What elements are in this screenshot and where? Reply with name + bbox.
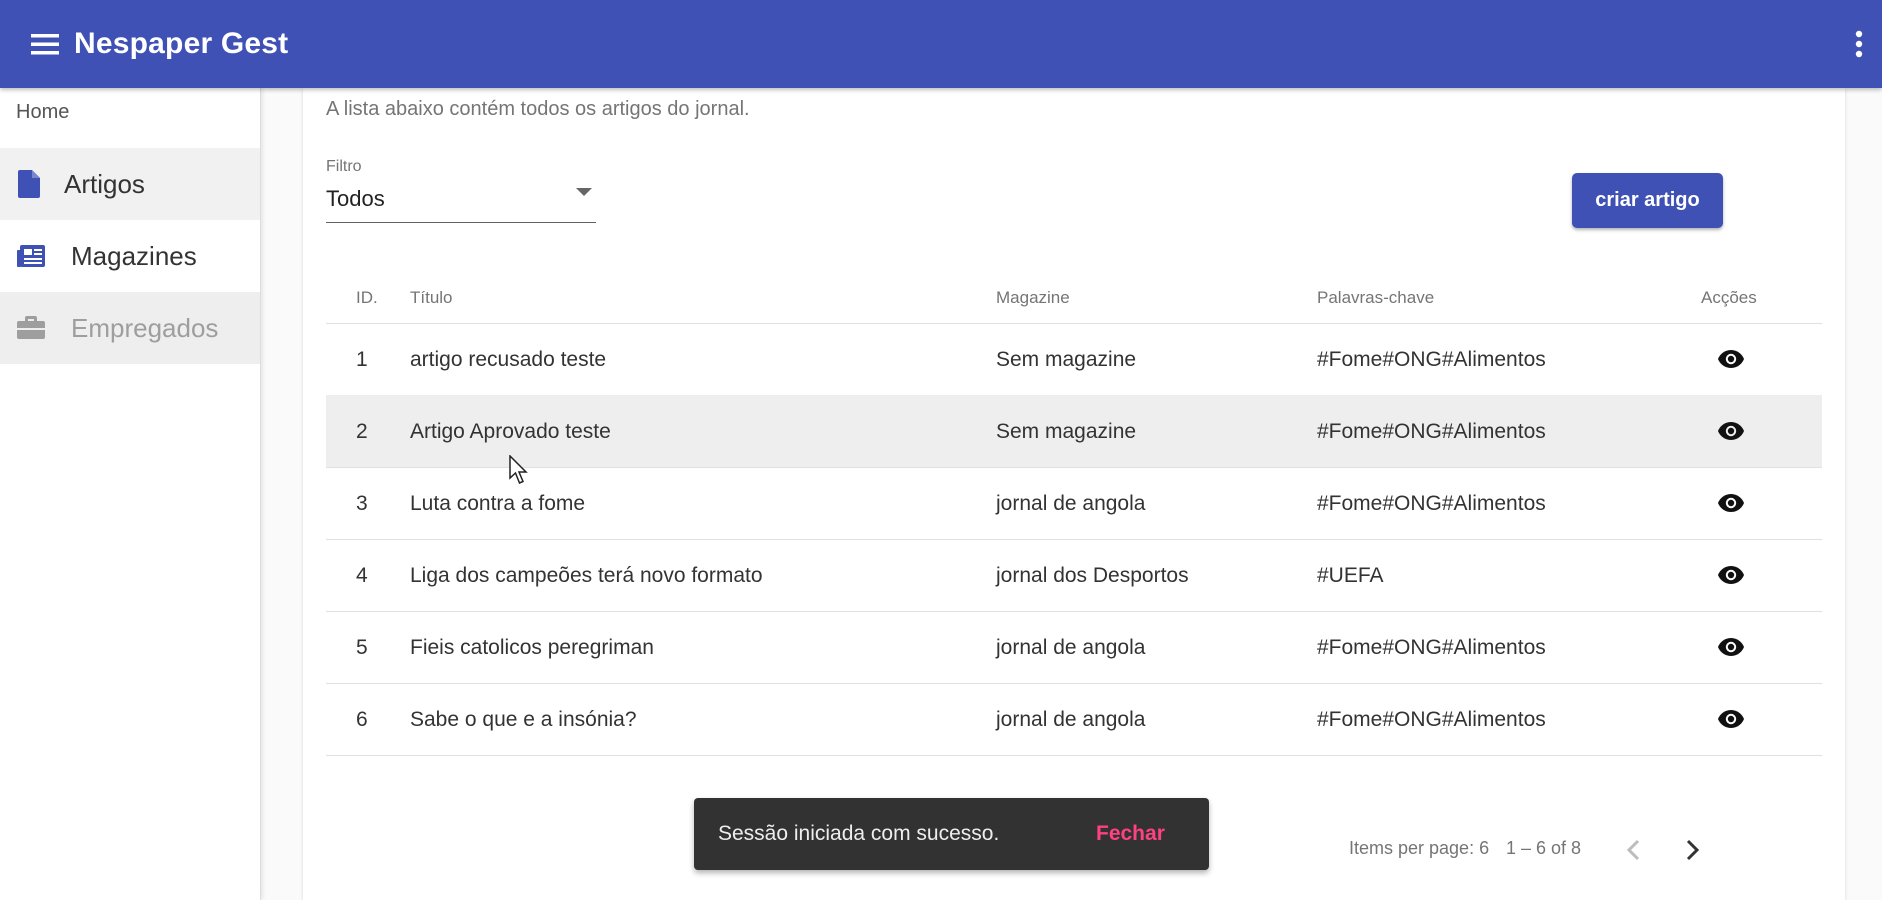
sidebar-item-label: Magazines — [71, 240, 197, 271]
app-toolbar: Nespaper Gest — [0, 0, 1882, 88]
briefcase-icon — [16, 313, 46, 343]
next-page-button[interactable] — [1673, 830, 1713, 870]
chevron-left-icon — [1626, 839, 1640, 861]
cell-title: Artigo Aprovado teste — [410, 420, 611, 443]
sidebar-item-label: Empregados — [71, 312, 219, 343]
filter-select[interactable]: Filtro Todos — [326, 158, 596, 223]
header-title[interactable]: Título — [410, 288, 453, 308]
cell-keywords: #Fome#ONG#Alimentos — [1317, 348, 1546, 371]
view-eye-icon[interactable] — [1718, 635, 1744, 659]
cell-keywords: #UEFA — [1317, 564, 1384, 587]
header-actions: Acções — [1701, 288, 1757, 307]
menu-button[interactable] — [22, 21, 68, 67]
sidebar-item-artigos[interactable]: Artigos — [0, 148, 260, 220]
newspaper-icon — [16, 241, 46, 271]
cell-title: Fieis catolicos peregriman — [410, 636, 654, 659]
create-article-button[interactable]: criar artigo — [1572, 173, 1723, 228]
table-row[interactable]: 5 Fieis catolicos peregriman jornal de a… — [326, 611, 1822, 684]
view-eye-icon[interactable] — [1718, 563, 1744, 587]
page-subtitle: A lista abaixo contém todos os artigos d… — [326, 98, 750, 120]
cell-title: Sabe o que e a insónia? — [410, 708, 637, 731]
snackbar: Sessão iniciada com sucesso. Fechar — [694, 798, 1209, 870]
cell-magazine: Sem magazine — [996, 420, 1137, 443]
view-eye-icon[interactable] — [1718, 491, 1744, 515]
cell-title: Luta contra a fome — [410, 492, 586, 515]
cell-id: 6 — [356, 708, 368, 731]
more-vert-icon — [1855, 30, 1863, 58]
cell-id: 1 — [356, 348, 368, 371]
app-title: Nespaper Gest — [74, 27, 289, 60]
cell-magazine: jornal dos Desportos — [996, 564, 1189, 587]
more-options-button[interactable] — [1844, 21, 1874, 67]
file-icon — [14, 169, 44, 199]
cell-id: 3 — [356, 492, 368, 515]
cell-title: artigo recusado teste — [410, 348, 607, 371]
sidebar-item-label: Artigos — [64, 168, 145, 199]
previous-page-button[interactable] — [1613, 830, 1653, 870]
dropdown-arrow-icon — [576, 188, 592, 196]
table-header: ID. Título Magazine Palavras-chave Acçõe… — [326, 266, 1822, 324]
cell-keywords: #Fome#ONG#Alimentos — [1317, 708, 1546, 731]
view-eye-icon[interactable] — [1718, 419, 1744, 443]
sidebar-item-home[interactable]: Home — [0, 88, 260, 148]
cell-keywords: #Fome#ONG#Alimentos — [1317, 420, 1546, 443]
view-eye-icon[interactable] — [1718, 707, 1744, 731]
hamburger-menu-icon — [31, 34, 59, 55]
header-id[interactable]: ID. — [356, 288, 378, 308]
articles-card: A lista abaixo contém todos os artigos d… — [303, 88, 1845, 900]
snackbar-message: Sessão iniciada com sucesso. — [718, 822, 1000, 845]
cell-title: Liga dos campeões terá novo formato — [410, 564, 763, 587]
table-row[interactable]: 1 artigo recusado teste Sem magazine #Fo… — [326, 323, 1822, 396]
page-range-label: 1 – 6 of 8 — [1506, 838, 1582, 858]
table-row[interactable]: 6 Sabe o que e a insónia? jornal de ango… — [326, 683, 1822, 756]
cell-magazine: jornal de angola — [996, 708, 1146, 731]
side-navigation: Home Artigos Magazines Empregados — [0, 88, 261, 900]
table-row[interactable]: 4 Liga dos campeões terá novo formato jo… — [326, 539, 1822, 612]
header-keywords[interactable]: Palavras-chave — [1317, 288, 1434, 308]
filter-value: Todos — [326, 186, 385, 211]
cell-id: 2 — [356, 420, 368, 443]
items-per-page-select[interactable]: Items per page: 6 — [1349, 838, 1489, 859]
sidebar-item-empregados[interactable]: Empregados — [0, 292, 260, 364]
filter-label: Filtro — [326, 158, 362, 175]
cell-keywords: #Fome#ONG#Alimentos — [1317, 492, 1546, 515]
table-row[interactable]: 2 Artigo Aprovado teste Sem magazine #Fo… — [326, 395, 1822, 468]
cell-magazine: Sem magazine — [996, 348, 1137, 371]
chevron-right-icon — [1686, 839, 1700, 861]
cell-keywords: #Fome#ONG#Alimentos — [1317, 636, 1546, 659]
header-magazine[interactable]: Magazine — [996, 288, 1070, 308]
cell-magazine: jornal de angola — [996, 492, 1146, 515]
cell-id: 4 — [356, 564, 368, 587]
sidebar-item-magazines[interactable]: Magazines — [0, 220, 260, 292]
cell-id: 5 — [356, 636, 368, 659]
table-row[interactable]: 3 Luta contra a fome jornal de angola #F… — [326, 467, 1822, 540]
view-eye-icon[interactable] — [1718, 347, 1744, 371]
snackbar-close-button[interactable]: Fechar — [1096, 822, 1165, 846]
cell-magazine: jornal de angola — [996, 636, 1146, 659]
